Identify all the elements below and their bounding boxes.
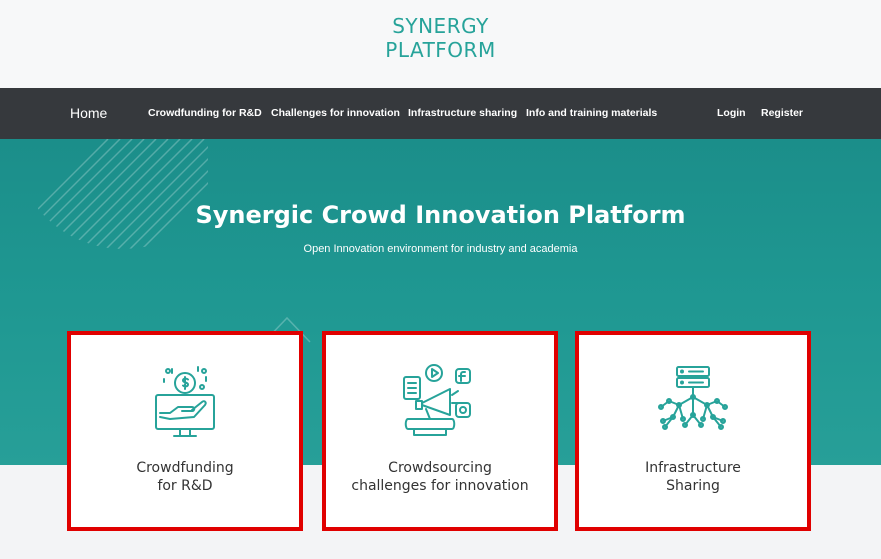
card-crowdsourcing[interactable]: Crowdsourcing challenges for innovation: [322, 331, 558, 531]
hero-title: Synergic Crowd Innovation Platform: [195, 201, 686, 229]
server-network-icon: [658, 366, 728, 430]
nav-challenges[interactable]: Challenges for innovation: [271, 88, 400, 139]
card-label: Crowdfunding for R&D: [71, 459, 299, 495]
card-title-line-1: Infrastructure: [645, 460, 741, 476]
card-infrastructure[interactable]: Infrastructure Sharing: [575, 331, 811, 531]
card-crowdfunding[interactable]: Crowdfunding for R&D: [67, 331, 303, 531]
nav-login[interactable]: Login: [717, 88, 746, 139]
megaphone-social-icon: [403, 364, 471, 436]
nav-infrastructure[interactable]: Infrastructure sharing: [408, 88, 517, 139]
crowdfunding-icon: [155, 366, 215, 437]
nav-home[interactable]: Home: [70, 88, 107, 139]
nav-crowdfunding[interactable]: Crowdfunding for R&D: [148, 88, 262, 139]
hatch-decoration: [38, 139, 208, 249]
card-label: Infrastructure Sharing: [579, 459, 807, 495]
logo-line-2: PLATFORM: [385, 38, 496, 62]
card-title-line-1: Crowdfunding: [136, 460, 234, 476]
card-title-line-2: for R&D: [157, 478, 213, 494]
nav-register[interactable]: Register: [761, 88, 803, 139]
nav-info-training[interactable]: Info and training materials: [526, 88, 657, 139]
card-title-line-2: Sharing: [666, 478, 720, 494]
logo-line-1: SYNERGY: [392, 14, 489, 38]
brand-header: SYNERGY PLATFORM: [0, 0, 881, 88]
card-label: Crowdsourcing challenges for innovation: [326, 459, 554, 495]
card-title-line-2: challenges for innovation: [351, 478, 529, 494]
card-title-line-1: Crowdsourcing: [388, 460, 492, 476]
hero-subtitle: Open Innovation environment for industry…: [303, 243, 578, 255]
site-logo[interactable]: SYNERGY PLATFORM: [0, 14, 881, 62]
main-nav: Home Crowdfunding for R&D Challenges for…: [0, 88, 881, 139]
